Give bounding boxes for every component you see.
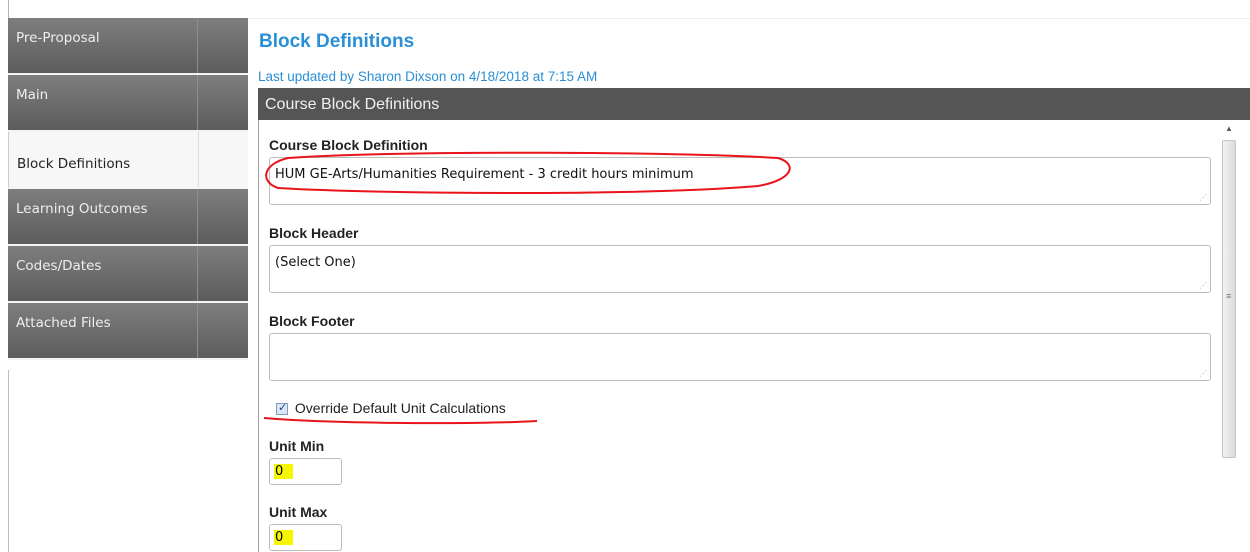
block-header-select[interactable]: (Select One) ⋰ <box>269 245 1211 293</box>
sidebar-nav: Pre-Proposal Main Block Definitions Lear… <box>8 18 248 360</box>
sidebar-item-divider <box>197 246 198 301</box>
sidebar-item-label: Codes/Dates <box>16 258 102 274</box>
scroll-grip-icon: ≡ <box>1226 291 1232 301</box>
page-title: Block Definitions <box>259 31 415 52</box>
sidebar-border <box>8 370 9 552</box>
unit-max-input[interactable]: 0 <box>269 524 342 551</box>
block-header-value: (Select One) <box>275 255 356 270</box>
scroll-thumb[interactable]: ≡ <box>1222 140 1236 458</box>
panel-header-title: Course Block Definitions <box>265 96 440 113</box>
override-label: Override Default Unit Calculations <box>294 400 506 416</box>
sidebar-item-codes-dates[interactable]: Codes/Dates <box>8 246 248 303</box>
unit-min-input[interactable]: 0 <box>269 458 342 485</box>
window-edge <box>8 0 9 18</box>
sidebar-item-label: Pre-Proposal <box>16 30 100 46</box>
course-block-definition-field[interactable]: HUM GE-Arts/Humanities Requirement - 3 c… <box>269 157 1211 205</box>
unit-max-value: 0 <box>274 530 294 545</box>
block-footer-label: Block Footer <box>269 313 355 329</box>
panel-header: Course Block Definitions <box>258 88 1250 120</box>
sidebar-item-block-definitions[interactable]: Block Definitions <box>8 132 248 189</box>
course-block-definition-value: HUM GE-Arts/Humanities Requirement - 3 c… <box>275 167 694 182</box>
unit-max-label: Unit Max <box>269 504 328 520</box>
unit-min-value: 0 <box>274 464 294 479</box>
resize-grip-icon[interactable]: ⋰ <box>1199 369 1207 378</box>
sidebar-item-divider <box>197 75 198 130</box>
sidebar-item-learning-outcomes[interactable]: Learning Outcomes <box>8 189 248 246</box>
scroll-up-arrow-icon[interactable]: ▲ <box>1225 124 1233 133</box>
override-row: Override Default Unit Calculations <box>276 400 506 416</box>
sidebar-item-divider <box>198 132 199 187</box>
vertical-scrollbar[interactable]: ▲ ≡ <box>1221 120 1238 552</box>
block-footer-field[interactable]: ⋰ <box>269 333 1211 381</box>
sidebar-item-divider <box>197 303 198 358</box>
resize-grip-icon[interactable]: ⋰ <box>1199 281 1207 290</box>
sidebar-item-label: Block Definitions <box>17 156 131 172</box>
sidebar-item-label: Attached Files <box>16 315 111 331</box>
sidebar-item-label: Learning Outcomes <box>16 201 148 217</box>
course-block-panel: Course Block Definition HUM GE-Arts/Huma… <box>258 120 1250 552</box>
sidebar-item-divider <box>197 18 198 73</box>
block-header-label: Block Header <box>269 225 359 241</box>
unit-min-label: Unit Min <box>269 438 325 454</box>
override-checkbox[interactable] <box>276 401 288 415</box>
resize-grip-icon[interactable]: ⋰ <box>1199 193 1207 202</box>
course-block-definition-label: Course Block Definition <box>269 137 428 153</box>
sidebar-item-attached-files[interactable]: Attached Files <box>8 303 248 360</box>
last-updated-text: Last updated by Sharon Dixson on 4/18/20… <box>258 69 598 84</box>
sidebar-item-pre-proposal[interactable]: Pre-Proposal <box>8 18 248 75</box>
sidebar-item-divider <box>197 189 198 244</box>
sidebar-item-main[interactable]: Main <box>8 75 248 132</box>
sidebar-item-label: Main <box>16 87 49 103</box>
